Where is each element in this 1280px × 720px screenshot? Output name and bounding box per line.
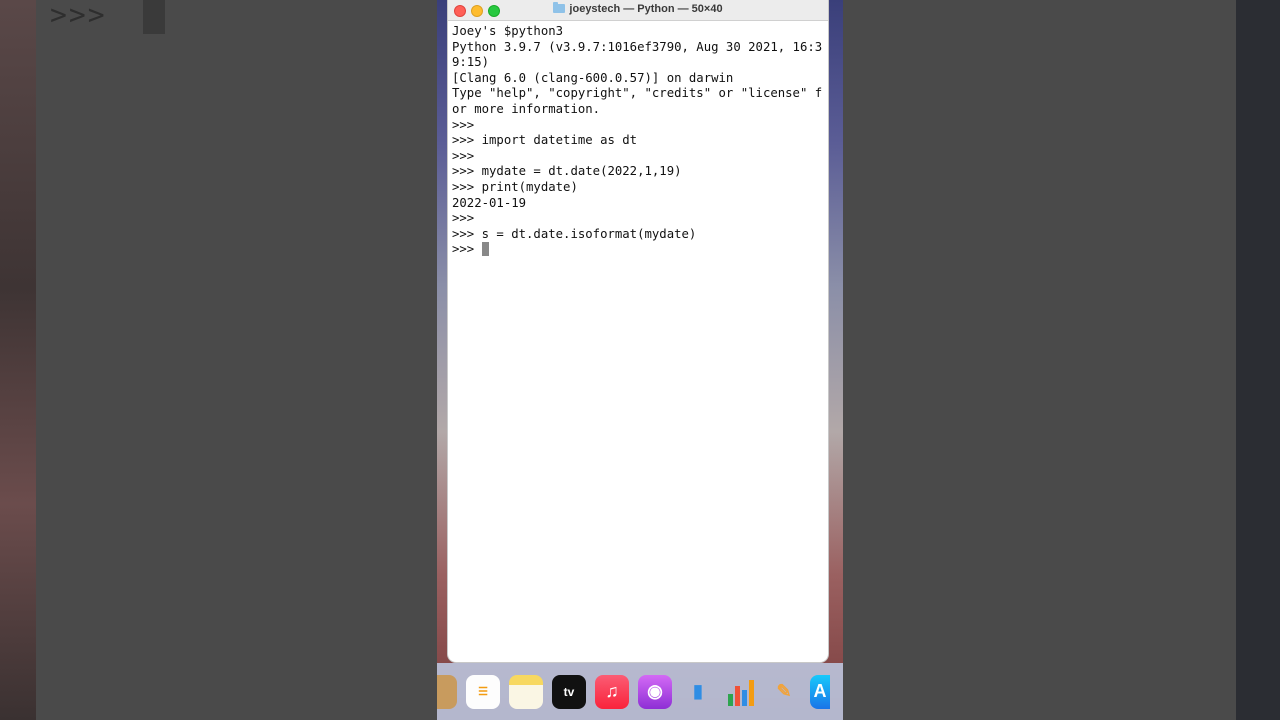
terminal-line: Python 3.9.7 (v3.9.7:1016ef3790, Aug 30 … [452, 39, 823, 54]
terminal-window[interactable]: joeystech — Python — 50×40 Joey's $pytho… [448, 0, 828, 662]
pages-icon[interactable]: ✎ [767, 675, 801, 709]
keynote-icon[interactable]: ▮ [681, 675, 715, 709]
app-store-icon[interactable]: A [810, 674, 830, 709]
terminal-input-line[interactable]: >>> [452, 242, 828, 258]
numbers-chart-glyph [728, 679, 754, 706]
prompt: >>> [452, 242, 482, 257]
terminal-line: or more information. [452, 101, 601, 116]
background-cursor [143, 0, 165, 34]
terminal-line: >>> import datetime as dt [452, 133, 638, 148]
terminal-output[interactable]: Joey's $python3 Python 3.9.7 (v3.9.7:101… [448, 21, 828, 258]
terminal-line: >>> s = dt.date.isoformat(mydate) [452, 226, 697, 241]
dock: ☰ tv ♫ ◉ ▮ ✎ A [437, 663, 843, 720]
terminal-line: 2022-01-19 [452, 195, 527, 210]
terminal-line: >>> [452, 117, 475, 132]
music-icon[interactable]: ♫ [595, 674, 629, 709]
terminal-line: 9:15) [452, 55, 490, 70]
terminal-line: [Clang 6.0 (clang-600.0.57)] on darwin [452, 70, 734, 85]
contacts-icon[interactable] [437, 674, 457, 709]
background-left: >>> [0, 0, 437, 720]
background-prompt: >>> [50, 0, 107, 31]
terminal-line: >>> mydate = dt.date(2022,1,19) [452, 164, 682, 179]
terminal-line: >>> [452, 211, 475, 226]
numbers-icon[interactable] [724, 675, 758, 709]
background-right [843, 0, 1280, 720]
window-title: joeystech — Python — 50×40 [448, 2, 828, 15]
podcasts-icon[interactable]: ◉ [638, 674, 672, 709]
background-wallpaper-strip [0, 0, 36, 720]
terminal-line: Joey's $python3 [452, 24, 564, 38]
text-cursor [481, 242, 489, 257]
terminal-line: >>> print(mydate) [452, 179, 578, 194]
reminders-icon[interactable]: ☰ [466, 674, 500, 709]
notes-icon[interactable] [509, 674, 543, 709]
terminal-line: Type "help", "copyright", "credits" or "… [452, 86, 823, 101]
desktop: joeystech — Python — 50×40 Joey's $pytho… [437, 0, 843, 720]
terminal-line: >>> [452, 148, 475, 163]
background-right-strip [1236, 0, 1280, 720]
title-bar[interactable]: joeystech — Python — 50×40 [448, 0, 828, 21]
window-title-text: joeystech — Python — 50×40 [569, 3, 723, 15]
folder-icon [553, 2, 566, 13]
apple-tv-icon[interactable]: tv [552, 674, 586, 709]
